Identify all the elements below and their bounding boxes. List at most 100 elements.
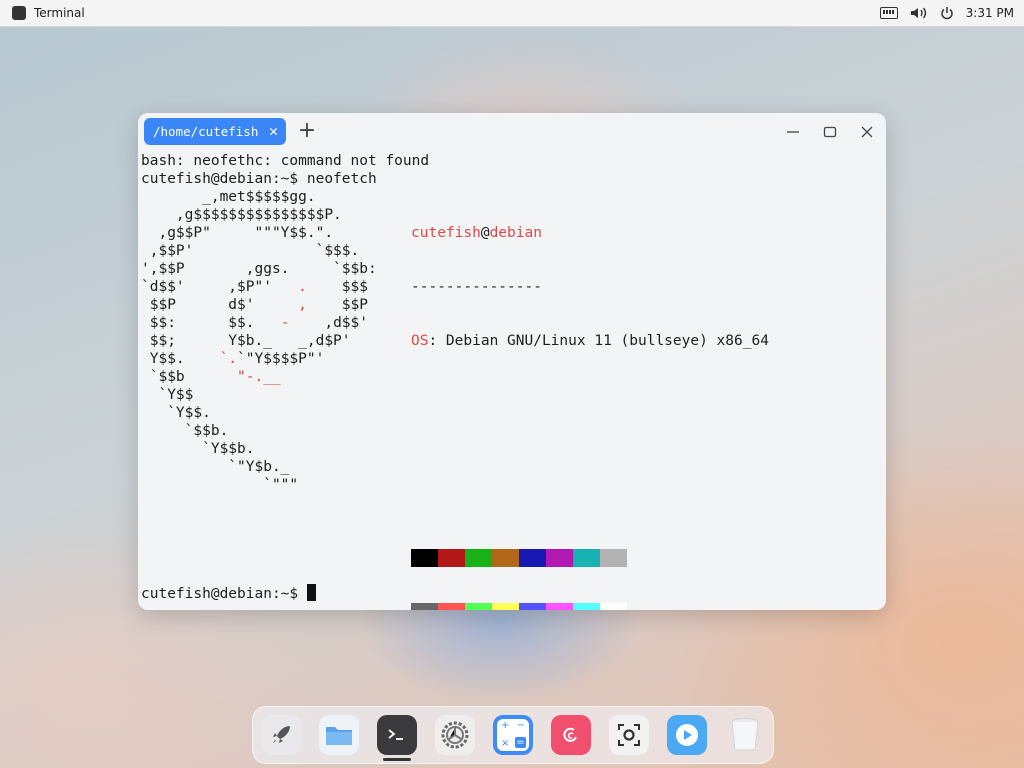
ascii-segment: ',$$P ,ggs. `$$b:: [141, 261, 377, 277]
color-swatch: [492, 549, 519, 567]
ascii-line: Y$$. `.`"Y$$$$P"': [141, 350, 377, 368]
command-line: cutefish@debian:~$ neofetch: [141, 171, 377, 187]
prompt-line: cutefish@debian:~$: [141, 584, 316, 602]
ascii-segment: `Y$$: [141, 387, 194, 403]
ascii-segment: ,g$$P" """Y$$.".: [141, 225, 334, 241]
ascii-line: `$$b "-.__: [141, 368, 377, 386]
ascii-line: ',$$P ,ggs. `$$b:: [141, 260, 377, 278]
ascii-segment: `.: [219, 351, 238, 367]
color-swatch: [573, 603, 600, 610]
debian-ascii-logo: _,met$$$$$gg. ,g$$$$$$$$$$$$$$$P. ,g$$P"…: [141, 188, 377, 494]
video-player-icon[interactable]: [667, 715, 707, 755]
title-bar[interactable]: /home/cutefish ✕ +: [138, 113, 886, 151]
active-app-title: Terminal: [34, 6, 85, 20]
screenshot-icon[interactable]: [609, 715, 649, 755]
ascii-segment: Y$$.: [141, 351, 220, 367]
ascii-segment: $$P d$': [141, 297, 299, 313]
terminal-icon[interactable]: [377, 715, 417, 755]
ascii-segment: ,d$$': [289, 315, 368, 331]
ascii-segment: ,g$$$$$$$$$$$$$$$P.: [141, 207, 342, 223]
ascii-segment: .: [298, 279, 307, 295]
info-value: : Debian GNU/Linux 11 (bullseye) x86_64: [428, 333, 769, 349]
prompt: cutefish@debian:~$: [141, 586, 307, 602]
clock[interactable]: 3:31 PM: [966, 6, 1014, 20]
text-cursor: [306, 584, 316, 601]
color-swatch: [546, 603, 573, 610]
new-tab-button[interactable]: +: [296, 118, 318, 145]
user-host-line: cutefish@debian: [411, 224, 881, 242]
ascii-segment: "-.__: [237, 369, 281, 385]
color-swatch: [411, 549, 438, 567]
ascii-line: `"Y$b._: [141, 458, 377, 476]
ascii-segment: `"Y$b._: [141, 459, 290, 475]
ascii-line: ,g$$P" """Y$$.".: [141, 224, 377, 242]
maximize-icon[interactable]: [819, 121, 841, 143]
ascii-segment: `Y$$b.: [141, 441, 255, 457]
ascii-line: ,$$P' `$$$.: [141, 242, 377, 260]
color-swatch: [492, 603, 519, 610]
color-swatch: [465, 603, 492, 610]
top-panel: Terminal 3:31 PM: [0, 0, 1024, 27]
error-line: bash: neofethc: command not found: [141, 153, 430, 169]
ascii-segment: $$; Y$b._ _,d$P': [141, 333, 351, 349]
ascii-line: $$; Y$b._ _,d$P': [141, 332, 377, 350]
color-swatch: [438, 603, 465, 610]
color-swatch: [411, 603, 438, 610]
tab-home-cutefish[interactable]: /home/cutefish ✕: [144, 118, 286, 145]
ascii-line: ,g$$$$$$$$$$$$$$$P.: [141, 206, 377, 224]
terminal-icon: [12, 6, 26, 20]
terminal-output[interactable]: bash: neofethc: command not found cutefi…: [141, 152, 883, 610]
close-icon[interactable]: [856, 121, 878, 143]
trash-icon[interactable]: [725, 715, 765, 755]
volume-icon[interactable]: [910, 6, 928, 20]
info-key: OS: [411, 333, 429, 349]
ascii-segment: `""": [141, 477, 299, 493]
color-swatch: [546, 549, 573, 567]
info-host: debian: [489, 225, 542, 241]
power-icon[interactable]: [940, 6, 954, 20]
ascii-segment: $$$: [306, 279, 368, 295]
color-swatch: [600, 549, 627, 567]
separator-line: ---------------: [411, 279, 542, 295]
ascii-segment: `"Y$$$$P"': [237, 351, 325, 367]
ascii-line: `Y$$.: [141, 404, 377, 422]
info-user: cutefish: [411, 225, 481, 241]
launcher-icon[interactable]: [261, 715, 301, 755]
color-swatch: [438, 549, 465, 567]
ascii-segment: ,: [298, 297, 307, 313]
ascii-line: $$: $$. - ,d$$': [141, 314, 377, 332]
terminal-window: /home/cutefish ✕ + bash: neofethc: comma…: [138, 113, 886, 610]
debian-icon[interactable]: [551, 715, 591, 755]
ascii-segment: $$P: [306, 297, 368, 313]
dock: + − × =: [252, 706, 774, 764]
tab-close-icon[interactable]: ✕: [269, 122, 278, 140]
color-swatch: [519, 603, 546, 610]
minimize-icon[interactable]: [782, 121, 804, 143]
system-info: cutefish@debian --------------- OS: Debi…: [411, 188, 881, 386]
tab-label: /home/cutefish: [153, 124, 259, 139]
files-icon[interactable]: [319, 715, 359, 755]
color-swatch: [600, 603, 627, 610]
color-swatch: [465, 549, 492, 567]
color-palette: [411, 513, 627, 610]
ascii-line: `Y$$b.: [141, 440, 377, 458]
running-indicator: [383, 758, 411, 761]
system-tray: 3:31 PM: [868, 6, 1014, 20]
calculator-icon[interactable]: + − × =: [493, 715, 533, 755]
ascii-line: `Y$$: [141, 386, 377, 404]
ascii-segment: `$$b: [141, 369, 238, 385]
ascii-segment: `$$b.: [141, 423, 229, 439]
ascii-segment: $$: $$.: [141, 315, 281, 331]
ascii-segment: _,met$$$$$gg.: [141, 189, 316, 205]
ascii-segment: ,$$P' `$$$.: [141, 243, 360, 259]
keyboard-icon[interactable]: [879, 7, 898, 19]
color-swatch: [519, 549, 546, 567]
ascii-segment: `Y$$.: [141, 405, 211, 421]
ascii-line: `$$b.: [141, 422, 377, 440]
color-swatch: [573, 549, 600, 567]
settings-icon[interactable]: [435, 715, 475, 755]
info-line-os: OS: Debian GNU/Linux 11 (bullseye) x86_6…: [411, 332, 881, 350]
ascii-segment: `d$$' ,$P"': [141, 279, 299, 295]
ascii-line: `d$$' ,$P"' . $$$: [141, 278, 377, 296]
ascii-line: _,met$$$$$gg.: [141, 188, 377, 206]
